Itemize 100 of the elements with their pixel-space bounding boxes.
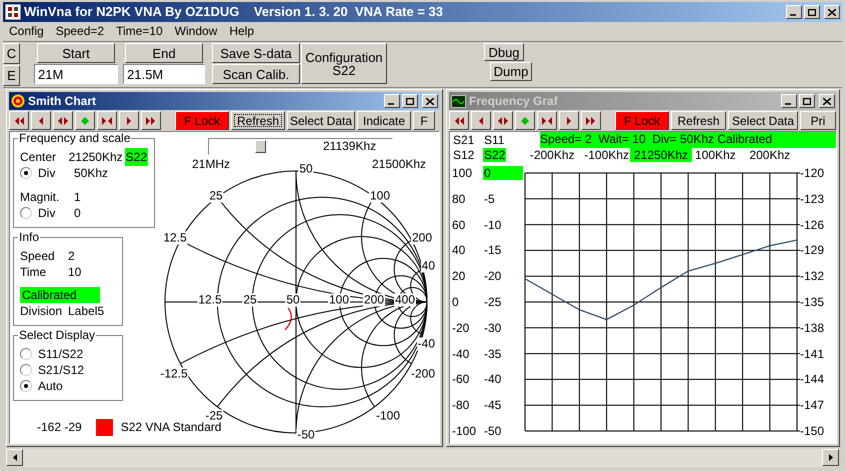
dbug-button[interactable]: Dbug: [484, 43, 524, 61]
chart-label: 200: [410, 232, 434, 244]
navigation-button[interactable]: [515, 111, 535, 130]
menu-item[interactable]: Config: [3, 23, 50, 40]
trace-line: [284, 308, 292, 330]
radio-button[interactable]: [20, 207, 32, 219]
coordinate-reading: -162 -29: [37, 419, 82, 436]
start-button[interactable]: Start: [37, 43, 115, 63]
y-tick-label: 20: [452, 269, 466, 284]
navigation-button[interactable]: [97, 111, 117, 130]
maximize-icon: [808, 8, 816, 16]
radio-label: Div: [38, 165, 56, 182]
side-button[interactable]: E: [3, 65, 20, 86]
chart-label: 200: [362, 294, 386, 306]
maximize-button[interactable]: [799, 94, 815, 108]
toolbar-button[interactable]: F: [413, 111, 435, 130]
navigation-button[interactable]: [449, 111, 469, 130]
close-button[interactable]: [824, 5, 840, 19]
trace-option[interactable]: S12: [452, 148, 476, 162]
toolbar-button[interactable]: Select Data: [728, 111, 798, 130]
toolbar-button[interactable]: F Lock: [175, 111, 229, 130]
group-title: Select Display: [18, 328, 96, 343]
navigation-button[interactable]: [493, 111, 513, 130]
trace-option[interactable]: S11: [483, 133, 506, 147]
chart-label: 40: [420, 260, 436, 272]
side-button[interactable]: C: [3, 43, 20, 64]
menu-item[interactable]: Help: [223, 23, 260, 40]
y-tick-label: 0: [483, 166, 523, 180]
navigation-button[interactable]: [53, 111, 73, 130]
chart-label: -200: [410, 368, 436, 380]
navigation-button[interactable]: [75, 111, 95, 130]
menu-item[interactable]: Window: [168, 23, 224, 40]
field-value: 10: [68, 264, 82, 281]
radio-button[interactable]: [20, 167, 32, 179]
navigation-button[interactable]: [537, 111, 557, 130]
y-tick-label: -60: [452, 372, 470, 386]
toolbar-button[interactable]: Pri: [800, 111, 836, 130]
toolbar-button[interactable]: F Lock: [615, 111, 669, 130]
toolbar-button[interactable]: Refresh: [671, 111, 726, 130]
y-tick-label: 100: [452, 166, 472, 180]
save-button[interactable]: Save S-data: [212, 43, 300, 63]
scroll-left-button[interactable]: [6, 449, 23, 466]
app-title: WinVna for N2PK VNA By OZ1DUG Version 1. 3. 20 VNA Rate = 33: [24, 3, 444, 22]
scan-button[interactable]: Scan Calib.: [212, 64, 300, 84]
chart-label: -40: [416, 338, 436, 350]
y-tick-label: -20: [483, 269, 502, 284]
chart-label: 12.5: [197, 294, 223, 306]
dump-button[interactable]: Dump: [490, 62, 532, 81]
close-icon: [426, 98, 434, 104]
minimize-button[interactable]: [781, 94, 797, 108]
field-label: Center: [20, 149, 58, 166]
frequency-slider[interactable]: 21139Khz: [208, 138, 393, 155]
start-field[interactable]: 21M: [34, 64, 118, 84]
y-tick-label: -50: [483, 424, 502, 438]
minimize-button[interactable]: [786, 5, 802, 19]
scroll-right-button[interactable]: [822, 449, 839, 466]
toolbar-button[interactable]: Refresh: [231, 111, 285, 130]
slider-thumb[interactable]: [255, 140, 266, 153]
y-tick-label: -126: [800, 218, 824, 232]
configuration-button[interactable]: Configuration S22: [301, 43, 387, 84]
close-button[interactable]: [422, 94, 438, 108]
y-tick-label: -150: [800, 424, 824, 438]
radio-button[interactable]: [20, 348, 32, 360]
menu-item[interactable]: Time=10: [110, 23, 169, 40]
radio-button[interactable]: [20, 380, 32, 392]
minimize-button[interactable]: [384, 94, 400, 108]
wave-icon: [451, 94, 466, 108]
left-arrow-icon: [12, 454, 16, 461]
toolbar-button[interactable]: Select Data: [287, 111, 355, 130]
navigation-button[interactable]: [559, 111, 579, 130]
center-frequency-label: 21250Khz: [630, 148, 692, 162]
navigation-button[interactable]: [119, 111, 139, 130]
y-tick-label: -30: [483, 320, 502, 335]
y-tick-label: -135: [800, 295, 824, 309]
maximize-button[interactable]: [402, 94, 418, 108]
navigation-button[interactable]: [141, 111, 161, 130]
end-field[interactable]: 21.5M: [123, 64, 205, 84]
y-tick-label: -15: [483, 243, 502, 258]
navigation-button[interactable]: [581, 111, 601, 130]
y-tick-label: -147: [800, 398, 824, 412]
range-start-label: 21MHz: [192, 157, 230, 171]
maximize-button[interactable]: [804, 5, 820, 19]
close-button[interactable]: [819, 94, 835, 108]
menu-item[interactable]: Speed=2: [50, 23, 110, 40]
radio-label: S21/S12: [38, 362, 84, 379]
toolbar-button[interactable]: Indicate: [357, 111, 411, 130]
navigation-button[interactable]: [9, 111, 29, 130]
horizontal-scrollbar[interactable]: [6, 449, 839, 467]
radio-button[interactable]: [20, 364, 32, 376]
window-title: Frequency Graf: [469, 93, 559, 110]
slider-reading: 21139Khz: [323, 139, 376, 154]
maximize-icon: [803, 98, 811, 104]
y-tick-label: -40: [452, 346, 470, 361]
trace-option[interactable]: S22: [483, 148, 506, 162]
trace-option[interactable]: S21: [452, 133, 476, 147]
target-icon: [11, 94, 25, 108]
end-button[interactable]: End: [125, 43, 203, 63]
x-tick-label: -200Khz: [530, 148, 575, 162]
navigation-button[interactable]: [31, 111, 51, 130]
navigation-button[interactable]: [471, 111, 491, 130]
